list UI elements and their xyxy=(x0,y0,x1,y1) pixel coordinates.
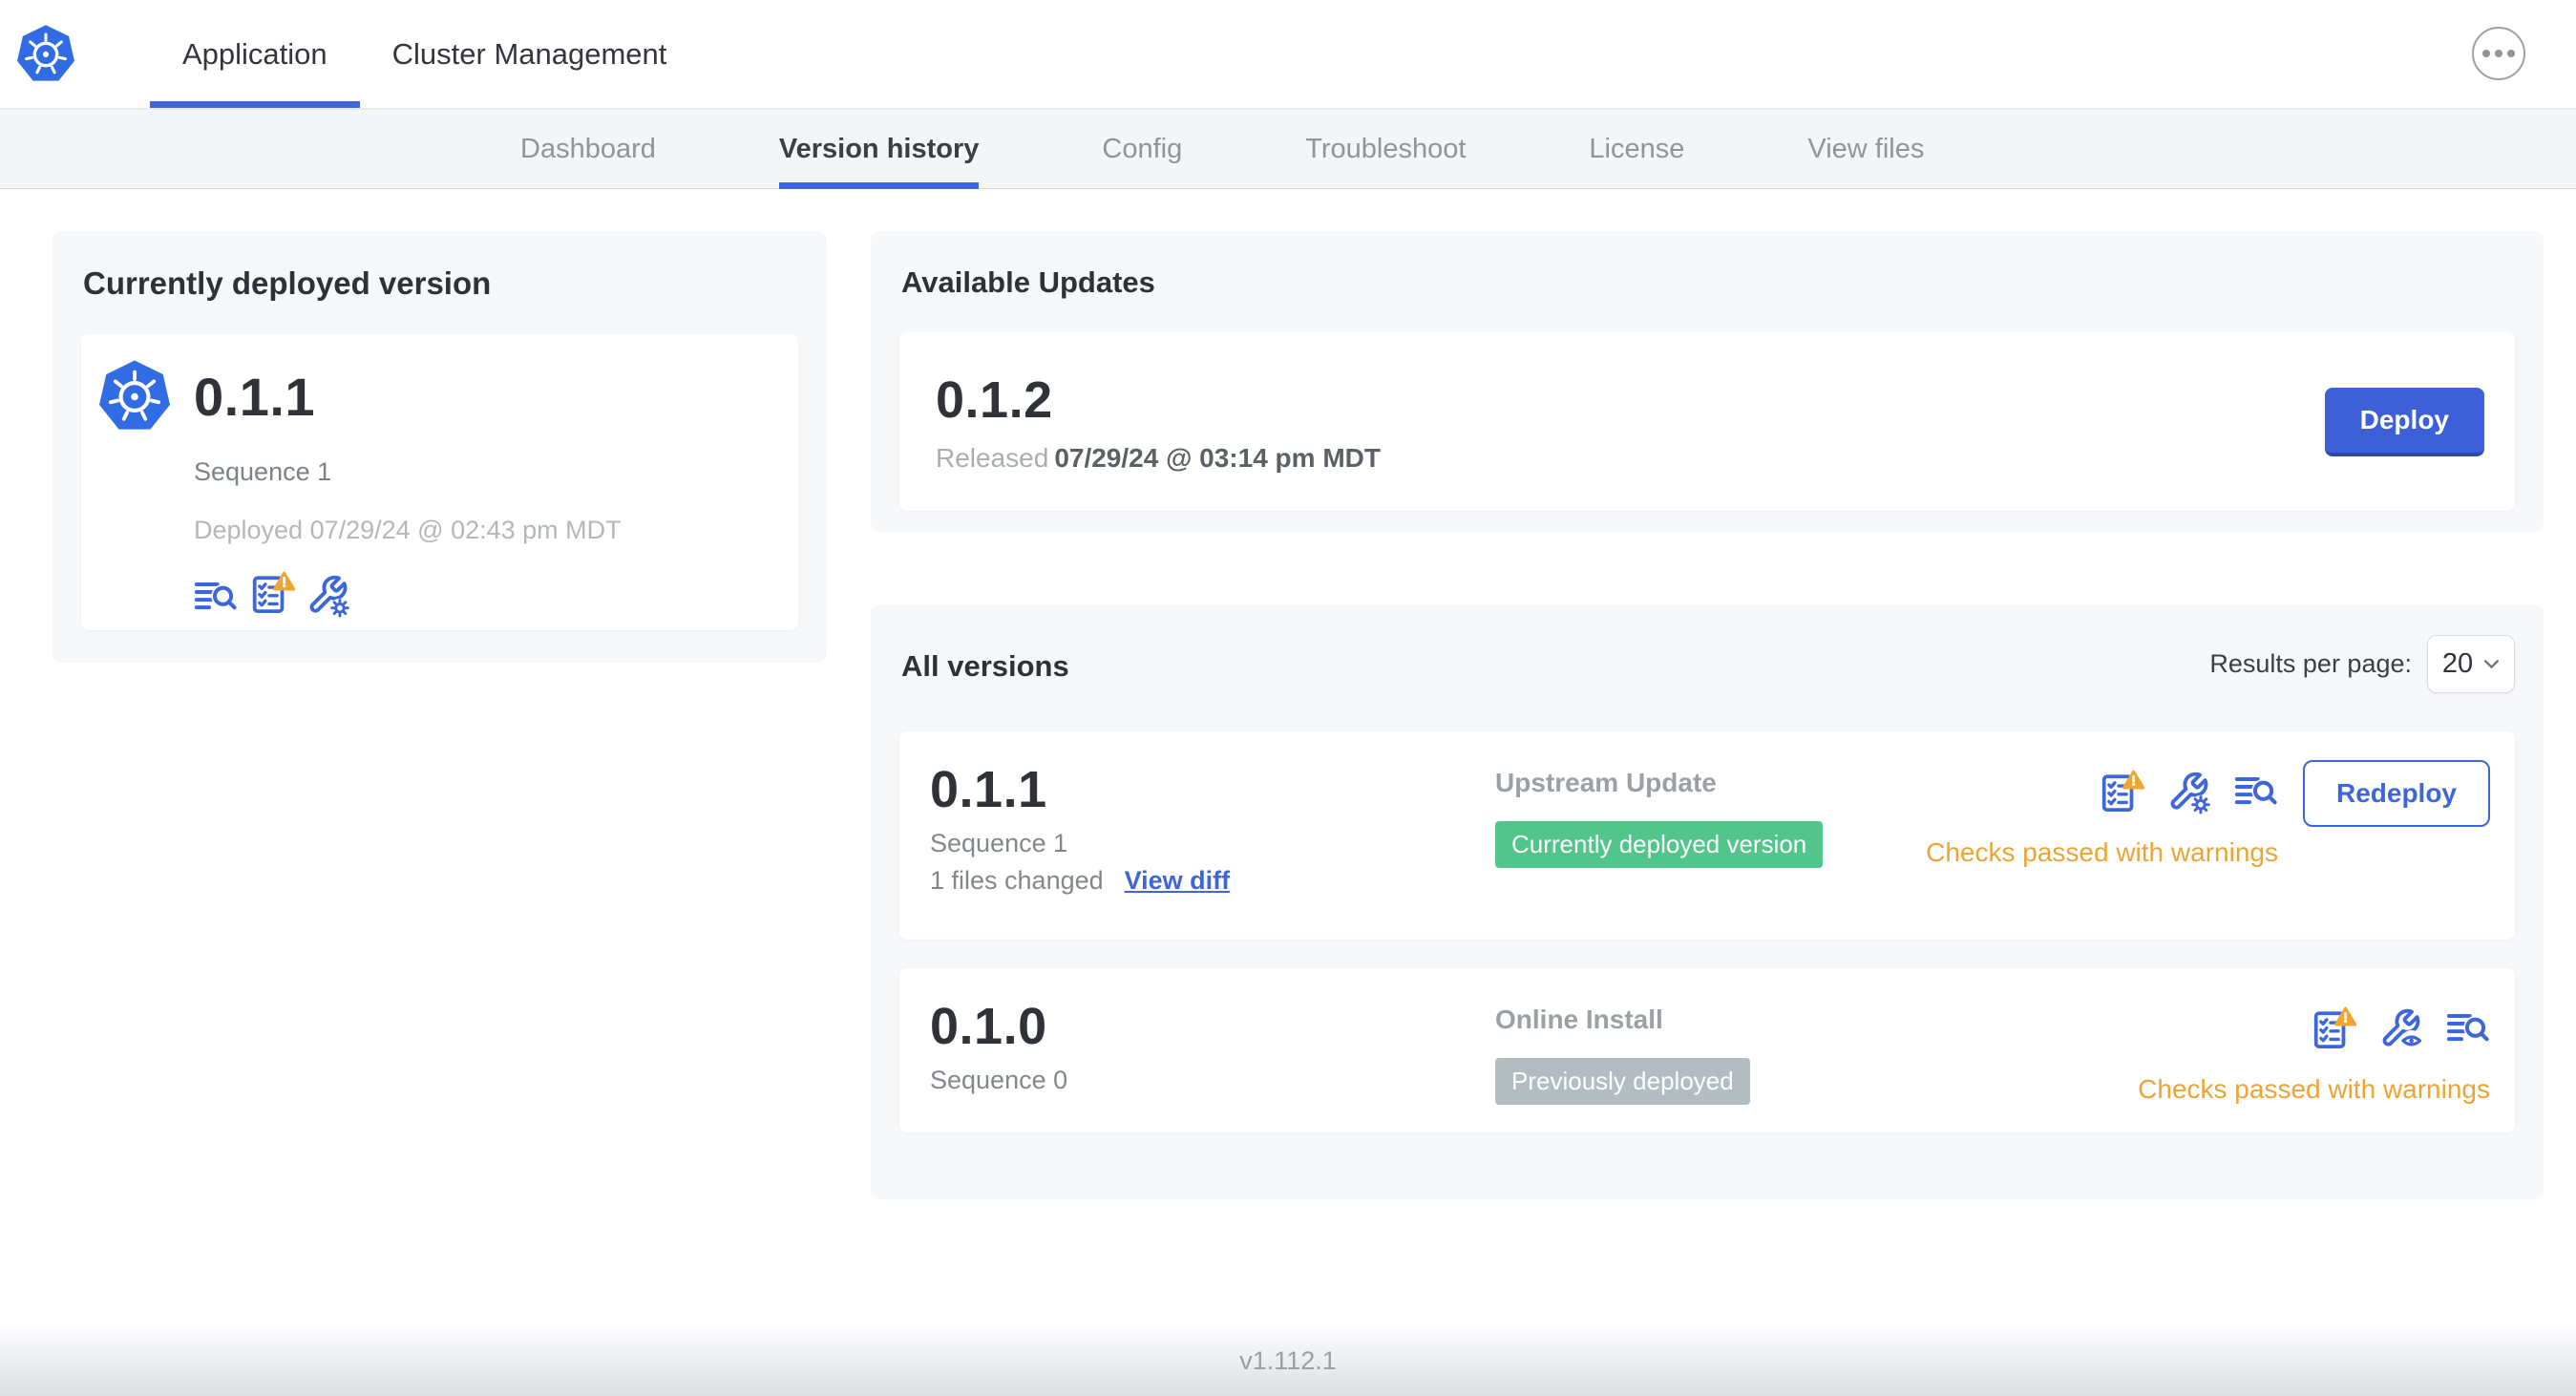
files-changed-label: 1 files changed xyxy=(930,866,1104,895)
preflight-checks-warning-icon[interactable] xyxy=(2099,769,2144,816)
kubernetes-logo-icon xyxy=(16,24,75,85)
version-history-page: Currently deployed version 0.1.1 Sequenc… xyxy=(0,189,2576,1325)
row-version-number: 0.1.0 xyxy=(930,998,1047,1055)
row-version-number: 0.1.1 xyxy=(930,761,1047,818)
deployed-timestamp: Deployed 07/29/24 @ 02:43 pm MDT xyxy=(194,516,622,544)
deployed-sequence: Sequence 1 xyxy=(194,457,332,486)
version-row: 0.1.0 Sequence 0 Online Install Previous… xyxy=(899,968,2515,1132)
status-badge: Currently deployed version xyxy=(1495,821,1824,868)
footer: v1.112.1 xyxy=(0,1325,2576,1396)
results-per-page-select[interactable]: 20 xyxy=(2427,635,2515,693)
version-source-label: Upstream Update xyxy=(1495,768,1717,797)
all-versions-title: All versions xyxy=(901,648,1069,683)
top-navbar: Application Cluster Management xyxy=(0,0,2576,109)
all-versions-panel: All versions Results per page: 20 0.1.1 … xyxy=(871,604,2544,1199)
console-version: v1.112.1 xyxy=(1239,1345,1337,1375)
tab-application[interactable]: Application xyxy=(150,0,360,108)
version-row: 0.1.1 Sequence 1 1 files changed View di… xyxy=(899,731,2515,940)
update-version-number: 0.1.2 xyxy=(936,370,1053,429)
top-nav-tabs: Application Cluster Management xyxy=(150,0,699,108)
preflight-status-text: Checks passed with warnings xyxy=(2138,1074,2490,1104)
preflight-checks-warning-icon[interactable] xyxy=(2311,1005,2356,1053)
subnav-tab-config[interactable]: Config xyxy=(1102,110,1182,188)
available-updates-panel: Available Updates 0.1.2 Released 07/29/24… xyxy=(871,231,2544,532)
release-notes-icon[interactable] xyxy=(2446,1009,2490,1049)
preflight-checks-warning-icon[interactable] xyxy=(249,570,295,618)
available-updates-title: Available Updates xyxy=(901,265,1155,299)
config-wrench-eye-icon[interactable] xyxy=(2379,1007,2423,1051)
chevron-down-icon xyxy=(2483,659,2500,669)
row-sequence: Sequence 1 xyxy=(930,829,1068,857)
app-sub-navbar: Dashboard Version history Config Trouble… xyxy=(0,109,2576,189)
update-released-date: 07/29/24 @ 03:14 pm MDT xyxy=(1054,442,1381,473)
subnav-tab-dashboard[interactable]: Dashboard xyxy=(520,110,656,188)
subnav-tab-view-files[interactable]: View files xyxy=(1807,110,1924,188)
results-per-page-label: Results per page: xyxy=(2209,649,2412,678)
currently-deployed-panel: Currently deployed version 0.1.1 Sequenc… xyxy=(53,231,827,663)
redeploy-button[interactable]: Redeploy xyxy=(2302,760,2490,827)
update-card: 0.1.2 Released 07/29/24 @ 03:14 pm MDT De… xyxy=(899,332,2515,511)
tab-cluster-management[interactable]: Cluster Management xyxy=(360,0,700,108)
currently-deployed-title: Currently deployed version xyxy=(83,265,492,301)
release-notes-icon[interactable] xyxy=(194,578,238,618)
deployed-version-card: 0.1.1 Sequence 1 Deployed 07/29/24 @ 02:… xyxy=(81,334,798,630)
version-source-label: Online Install xyxy=(1495,1005,1663,1034)
subnav-tab-version-history[interactable]: Version history xyxy=(778,110,979,189)
status-badge: Previously deployed xyxy=(1495,1058,1750,1105)
row-sequence: Sequence 0 xyxy=(930,1066,1068,1094)
view-diff-link[interactable]: View diff xyxy=(1125,866,1231,896)
right-column: Available Updates 0.1.2 Released 07/29/24… xyxy=(871,231,2544,1199)
release-notes-icon[interactable] xyxy=(2234,772,2278,813)
update-released-line: Released 07/29/24 @ 03:14 pm MDT xyxy=(936,442,1381,473)
config-wrench-gear-icon[interactable] xyxy=(306,574,350,618)
deploy-button[interactable]: Deploy xyxy=(2324,387,2484,456)
overflow-menu-button[interactable] xyxy=(2472,27,2525,80)
app-icon xyxy=(98,359,171,434)
subnav-tab-license[interactable]: License xyxy=(1589,110,1684,188)
ellipsis-icon xyxy=(2482,50,2490,57)
config-wrench-gear-icon[interactable] xyxy=(2167,771,2211,814)
deployed-version-number: 0.1.1 xyxy=(194,367,316,427)
preflight-status-text: Checks passed with warnings xyxy=(1926,837,2278,867)
subnav-tab-troubleshoot[interactable]: Troubleshoot xyxy=(1305,110,1466,188)
